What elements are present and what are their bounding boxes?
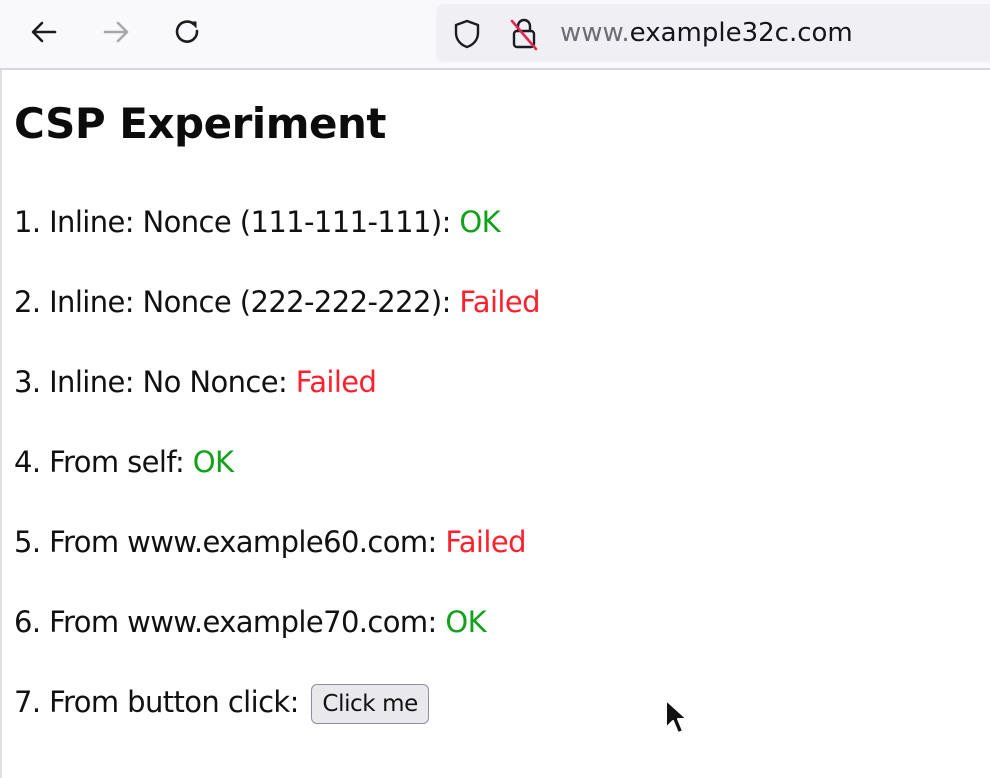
status-ok: OK: [445, 605, 486, 639]
status-ok: OK: [192, 445, 234, 479]
url-prefix: www.: [560, 18, 630, 48]
result-label: 5. From www.example60.com:: [14, 525, 437, 559]
result-label: 6. From www.example70.com:: [14, 605, 437, 639]
result-label: 4. From self:: [14, 445, 185, 479]
result-label: 2. Inline: Nonce (222-222-222):: [14, 285, 451, 319]
result-item-6: 6. From www.example70.com: OK: [14, 602, 487, 642]
url-text[interactable]: www.example32c.com: [560, 18, 853, 48]
url-domain: example32c.com: [629, 18, 853, 48]
status-failed: Failed: [445, 525, 526, 559]
status-ok: OK: [459, 205, 501, 239]
page-content: CSP Experiment 1. Inline: Nonce (111-111…: [0, 70, 990, 778]
reload-icon: [175, 20, 199, 43]
result-label: 1. Inline: Nonce (111-111-111):: [14, 205, 451, 239]
result-label: 7. From button click:: [14, 685, 299, 719]
insecure-lock-icon[interactable]: [508, 16, 540, 56]
result-label: 3. Inline: No Nonce:: [14, 365, 288, 399]
page-title: CSP Experiment: [14, 99, 386, 148]
arrow-right-icon: [103, 21, 129, 43]
back-button[interactable]: [24, 12, 64, 52]
reload-button[interactable]: [168, 12, 208, 52]
arrow-left-icon: [31, 21, 57, 43]
status-failed: Failed: [295, 365, 377, 399]
click-me-button[interactable]: Click me: [311, 684, 429, 724]
result-item-4: 4. From self: OK: [14, 442, 234, 482]
status-failed: Failed: [459, 285, 540, 319]
result-item-1: 1. Inline: Nonce (111-111-111): OK: [14, 202, 501, 242]
mouse-cursor-icon: [665, 699, 688, 734]
browser-toolbar: www.example32c.com: [0, 0, 990, 70]
result-item-3: 3. Inline: No Nonce: Failed: [14, 362, 377, 402]
forward-button[interactable]: [96, 12, 136, 52]
shield-icon[interactable]: [452, 18, 482, 54]
result-item-5: 5. From www.example60.com: Failed: [14, 522, 527, 562]
result-item-2: 2. Inline: Nonce (222-222-222): Failed: [14, 282, 541, 322]
result-item-7: 7. From button click: Click me: [14, 682, 429, 724]
url-bar[interactable]: www.example32c.com: [436, 4, 990, 62]
